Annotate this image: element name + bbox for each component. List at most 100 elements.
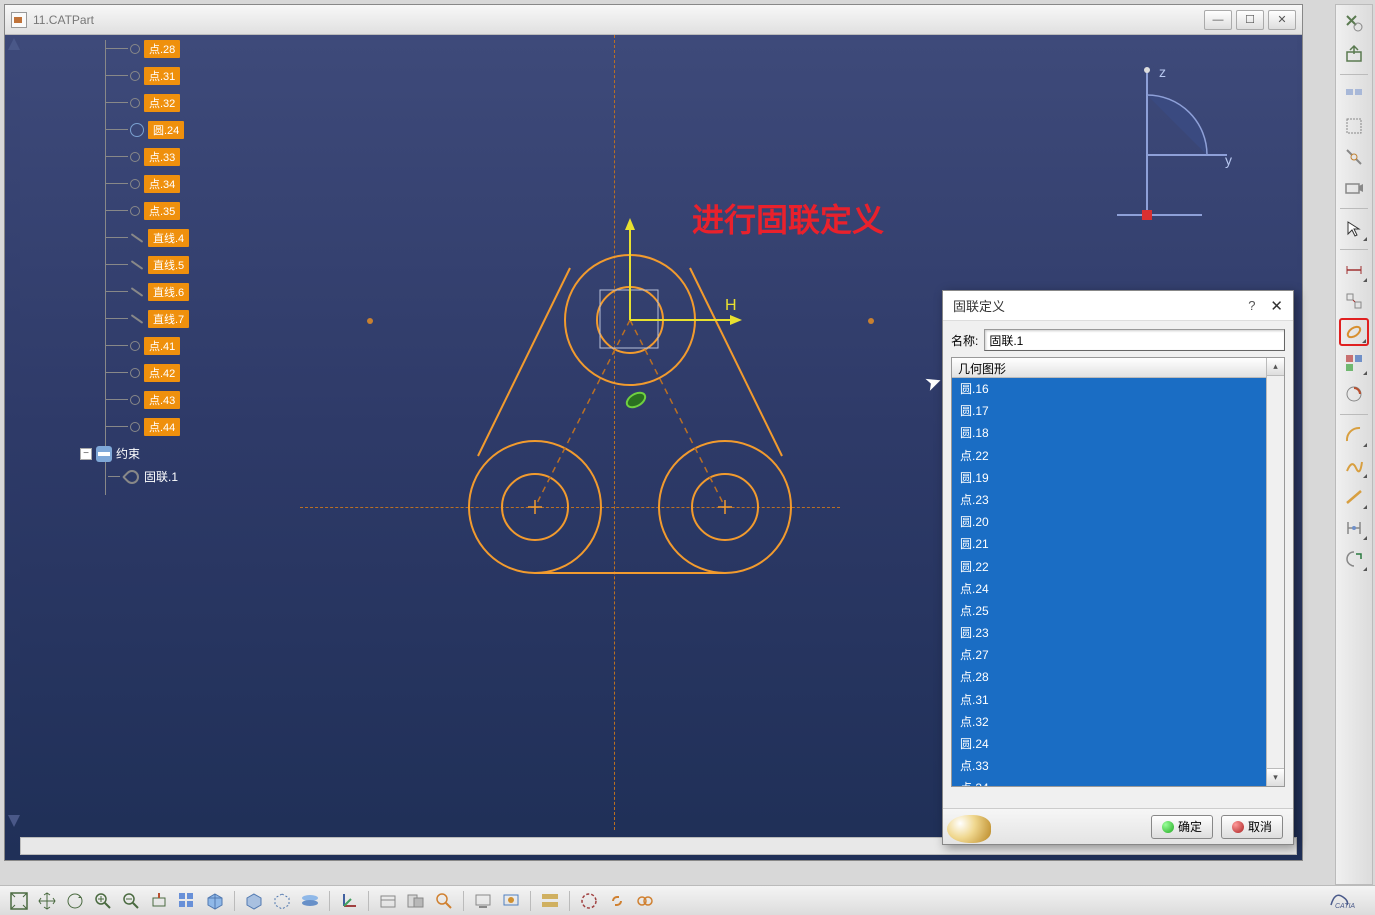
pan-icon[interactable] — [34, 889, 60, 913]
list-item[interactable]: 点.32 — [952, 711, 1266, 733]
layers-icon[interactable] — [297, 889, 323, 913]
tree-item-label: 点.41 — [144, 337, 180, 355]
tree-item[interactable]: 点.41 — [80, 332, 189, 359]
tree-item[interactable]: 点.33 — [80, 143, 189, 170]
bt-tool6[interactable] — [537, 889, 563, 913]
tree-item[interactable]: 圆.24 — [80, 116, 189, 143]
list-item[interactable]: 点.31 — [952, 689, 1266, 711]
isometric-icon[interactable] — [202, 889, 228, 913]
select-icon[interactable] — [1339, 215, 1369, 243]
bt-tool4[interactable] — [470, 889, 496, 913]
zoom-in-icon[interactable] — [90, 889, 116, 913]
list-item[interactable]: 圆.16 — [952, 378, 1266, 400]
feature-tree[interactable]: 点.28点.31点.32圆.24点.33点.34点.35直线.4直线.5直线.6… — [80, 35, 189, 485]
ok-button[interactable]: 确定 — [1151, 815, 1213, 839]
spline-icon[interactable] — [1339, 452, 1369, 480]
scroll-down-button[interactable]: ▾ — [1267, 768, 1284, 786]
camera-icon[interactable] — [1339, 174, 1369, 202]
list-item[interactable]: 圆.18 — [952, 422, 1266, 444]
zoom-out-icon[interactable] — [118, 889, 144, 913]
fix-label: 固联.1 — [144, 468, 178, 485]
dimension-icon[interactable] — [1339, 256, 1369, 284]
geometry-listbox: 几何图形 圆.16圆.17圆.18点.22圆.19点.23圆.20圆.21圆.2… — [951, 357, 1285, 787]
sketch-icon[interactable] — [1339, 112, 1369, 140]
animate-icon[interactable] — [1339, 380, 1369, 408]
tool-settings-icon[interactable] — [1339, 9, 1369, 37]
geometry-list[interactable]: 圆.16圆.17圆.18点.22圆.19点.23圆.20圆.21圆.22点.24… — [952, 378, 1266, 786]
transform-icon[interactable] — [1339, 545, 1369, 573]
list-item[interactable]: 点.34 — [952, 777, 1266, 786]
collapse-icon[interactable]: − — [80, 448, 92, 460]
list-item[interactable]: 点.23 — [952, 489, 1266, 511]
list-item[interactable]: 点.27 — [952, 644, 1266, 666]
tree-item[interactable]: 点.31 — [80, 62, 189, 89]
normal-view-icon[interactable] — [146, 889, 172, 913]
tree-constraint-node[interactable]: − 约束 — [80, 445, 189, 462]
list-item[interactable]: 点.28 — [952, 666, 1266, 688]
list-item[interactable]: 圆.21 — [952, 533, 1266, 555]
tools-icon[interactable] — [1339, 143, 1369, 171]
hidden-icon[interactable] — [576, 889, 602, 913]
list-header[interactable]: 几何图形 — [952, 358, 1266, 378]
scroll-up-arrow[interactable] — [8, 38, 20, 50]
bt-tool3[interactable] — [431, 889, 457, 913]
tree-item[interactable]: 直线.6 — [80, 278, 189, 305]
tree-item[interactable]: 点.44 — [80, 413, 189, 440]
list-item[interactable]: 圆.22 — [952, 556, 1266, 578]
list-item[interactable]: 圆.24 — [952, 733, 1266, 755]
list-item[interactable]: 圆.17 — [952, 400, 1266, 422]
list-item[interactable]: 圆.19 — [952, 467, 1266, 489]
tree-item[interactable]: 直线.4 — [80, 224, 189, 251]
list-item[interactable]: 点.24 — [952, 578, 1266, 600]
list-scrollbar[interactable]: ▴ ▾ — [1266, 358, 1284, 786]
line-icon[interactable] — [1339, 483, 1369, 511]
dialog-close-button[interactable]: ✕ — [1270, 297, 1283, 315]
tree-item[interactable]: 点.43 — [80, 386, 189, 413]
rotate-icon[interactable] — [62, 889, 88, 913]
tree-item[interactable]: 点.28 — [80, 35, 189, 62]
constraint-dot — [868, 318, 874, 324]
tree-item[interactable]: 点.35 — [80, 197, 189, 224]
svg-text:z: z — [1159, 64, 1166, 80]
list-item[interactable]: 点.22 — [952, 445, 1266, 467]
maximize-button[interactable]: ☐ — [1236, 10, 1264, 30]
tree-item[interactable]: 直线.7 — [80, 305, 189, 332]
tree-item[interactable]: 点.32 — [80, 89, 189, 116]
list-item[interactable]: 圆.20 — [952, 511, 1266, 533]
name-input[interactable] — [984, 329, 1285, 351]
name-label: 名称: — [951, 332, 978, 349]
view-icon[interactable] — [1339, 81, 1369, 109]
views-icon[interactable] — [174, 889, 200, 913]
link-icon[interactable] — [604, 889, 630, 913]
constraint-icon[interactable] — [1339, 287, 1369, 315]
axis-compass[interactable]: z y — [1117, 65, 1237, 225]
shading-icon[interactable] — [241, 889, 267, 913]
dialog-help-button[interactable]: ? — [1248, 298, 1255, 313]
scroll-up-button[interactable]: ▴ — [1267, 358, 1284, 376]
bt-tool5[interactable] — [498, 889, 524, 913]
dialog-titlebar[interactable]: 固联定义 ? ✕ — [943, 291, 1293, 321]
export-icon[interactable] — [1339, 40, 1369, 68]
arc-icon[interactable] — [1339, 421, 1369, 449]
tree-item[interactable]: 直线.5 — [80, 251, 189, 278]
hide-show-icon[interactable] — [269, 889, 295, 913]
tree-item[interactable]: 点.42 — [80, 359, 189, 386]
cancel-button[interactable]: 取消 — [1221, 815, 1283, 839]
full-extent-icon[interactable] — [6, 889, 32, 913]
mirror-icon[interactable] — [1339, 514, 1369, 542]
list-item[interactable]: 点.25 — [952, 600, 1266, 622]
tree-fixtogether-node[interactable]: 固联.1 — [108, 468, 189, 485]
fix-together-icon[interactable] — [1339, 318, 1369, 346]
minimize-button[interactable]: — — [1204, 10, 1232, 30]
axis-icon[interactable] — [336, 889, 362, 913]
bt-tool2[interactable] — [403, 889, 429, 913]
grid-icon[interactable] — [1339, 349, 1369, 377]
tree-item[interactable]: 点.34 — [80, 170, 189, 197]
scroll-down-arrow[interactable] — [8, 815, 20, 827]
bt-tool1[interactable] — [375, 889, 401, 913]
close-button[interactable]: ✕ — [1268, 10, 1296, 30]
chain-icon[interactable] — [632, 889, 658, 913]
sketch-geometry[interactable]: H — [400, 210, 880, 640]
list-item[interactable]: 圆.23 — [952, 622, 1266, 644]
list-item[interactable]: 点.33 — [952, 755, 1266, 777]
